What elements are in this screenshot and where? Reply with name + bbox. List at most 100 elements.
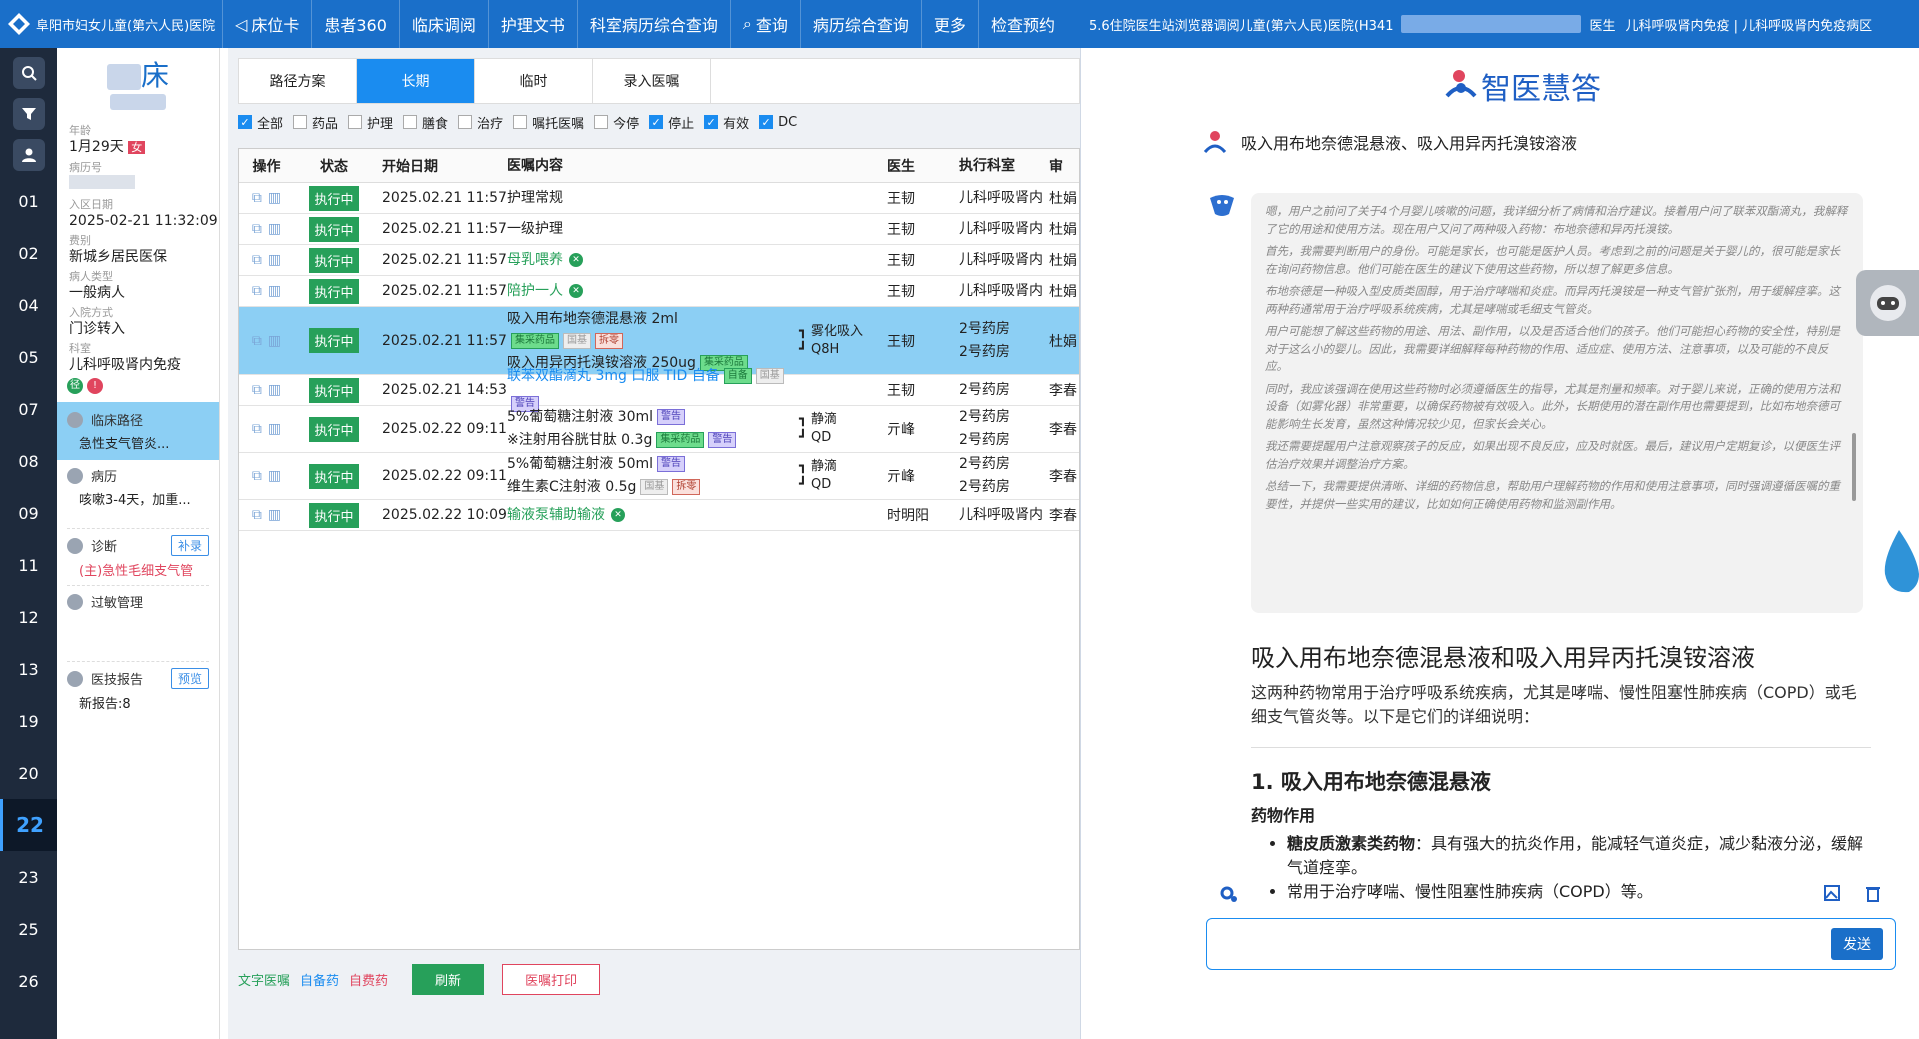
- nav-item-2[interactable]: 临床调阅: [398, 0, 488, 48]
- bed-item[interactable]: 02: [0, 227, 57, 279]
- checkbox-icon[interactable]: [293, 115, 308, 129]
- filter-label: 护理: [367, 116, 394, 132]
- table-row[interactable]: ⧉ ▥ 执行中 2025.02.22 09:11 5%葡萄糖注射液 30ml 警告 ※注射用…: [239, 406, 1079, 453]
- copy-icon[interactable]: ⧉: [252, 507, 262, 523]
- detail-icon[interactable]: ▥: [268, 382, 281, 398]
- bed-item[interactable]: 13: [0, 643, 57, 695]
- checkbox-icon[interactable]: [458, 115, 473, 129]
- nav-item-7[interactable]: 更多: [920, 0, 978, 48]
- checkbox-icon[interactable]: ✓: [649, 115, 664, 129]
- filter-checkbox[interactable]: 今停: [594, 113, 639, 132]
- bed-item[interactable]: 01: [0, 175, 57, 227]
- bed-item[interactable]: 23: [0, 851, 57, 903]
- table-row[interactable]: ⧉ ▥ 执行中 2025.02.21 14:53 联苯双酯滴丸 3mg 口服 TID 自…: [239, 368, 1079, 412]
- bed-item[interactable]: 12: [0, 591, 57, 643]
- bed-item[interactable]: 25: [0, 903, 57, 955]
- filter-checkbox[interactable]: ✓ 停止: [649, 113, 694, 132]
- column-header: 操作: [252, 158, 281, 175]
- copy-icon[interactable]: ⧉: [252, 421, 262, 437]
- filter-checkbox[interactable]: 膳食: [403, 113, 448, 132]
- filter-checkbox[interactable]: ✓ DC: [759, 115, 797, 130]
- float-robot-button[interactable]: [1856, 270, 1919, 336]
- nav-item-5[interactable]: ⌕ 查询: [729, 0, 800, 48]
- report-section[interactable]: 医技报告 预览 新报告:8: [67, 661, 209, 718]
- tab-item[interactable]: 录入医嘱: [593, 59, 711, 103]
- pathway-section[interactable]: 临床路径 急性支气管炎...: [57, 402, 219, 460]
- bed-item[interactable]: 19: [0, 695, 57, 747]
- table-row[interactable]: ⧉ ▥ 执行中 2025.02.22 10:09 输液泵辅助输液 ✕ 时明阳 儿科呼吸肾内 李春: [239, 500, 1079, 531]
- status-cell: 执行中: [294, 278, 374, 304]
- detail-icon[interactable]: ▥: [268, 221, 281, 237]
- filter-icon[interactable]: [12, 98, 45, 130]
- search-icon[interactable]: [12, 57, 45, 89]
- bed-item[interactable]: 08: [0, 435, 57, 487]
- table-row[interactable]: ⧉ ▥ 执行中 2025.02.22 09:11 5%葡萄糖注射液 50ml 警告 维生素C…: [239, 453, 1079, 500]
- copy-icon[interactable]: ⧉: [252, 252, 262, 268]
- tab-item[interactable]: 长期: [357, 59, 475, 103]
- filter-checkbox[interactable]: 治疗: [458, 113, 503, 132]
- checkbox-icon[interactable]: [348, 115, 363, 129]
- copy-icon[interactable]: ⧉: [252, 283, 262, 299]
- detail-icon[interactable]: ▥: [268, 283, 281, 299]
- checkbox-icon[interactable]: ✓: [759, 115, 774, 129]
- hospital-logo[interactable]: 阜阳市妇女儿童(第六人民)医院: [0, 0, 222, 48]
- copy-icon[interactable]: ⧉: [252, 221, 262, 237]
- checkbox-icon[interactable]: ✓: [238, 115, 252, 129]
- detail-icon[interactable]: ▥: [268, 190, 281, 206]
- refresh-button[interactable]: 刷新: [412, 963, 485, 995]
- filter-checkbox[interactable]: 嘱托医嘱: [513, 113, 584, 132]
- filter-checkbox[interactable]: 药品: [293, 113, 338, 132]
- bed-item[interactable]: 22: [0, 799, 57, 851]
- bed-item[interactable]: 11: [0, 539, 57, 591]
- user-role: 医生: [1589, 18, 1616, 34]
- bed-item[interactable]: 07: [0, 383, 57, 435]
- filter-checkbox[interactable]: ✓ 全部: [238, 113, 283, 132]
- checkbox-icon[interactable]: [594, 115, 609, 129]
- detail-icon[interactable]: ▥: [268, 252, 281, 268]
- nav-item-8[interactable]: 检查预约: [977, 0, 1067, 48]
- nav-item-1[interactable]: 患者360: [311, 0, 399, 48]
- water-drop-icon[interactable]: [1879, 528, 1919, 598]
- checkbox-icon[interactable]: ✓: [704, 115, 719, 129]
- bed-item[interactable]: 09: [0, 487, 57, 539]
- scrollbar[interactable]: [1850, 48, 1858, 1039]
- allergy-section[interactable]: 过敏管理: [67, 585, 209, 617]
- filter-checkbox[interactable]: 护理: [348, 113, 393, 132]
- checkbox-icon[interactable]: [513, 115, 528, 129]
- bed-item[interactable]: 05: [0, 331, 57, 383]
- filter-checkbox[interactable]: ✓ 有效: [704, 113, 749, 132]
- copy-icon[interactable]: ⧉: [252, 333, 262, 349]
- bed-item[interactable]: 20: [0, 747, 57, 799]
- bed-item[interactable]: 04: [0, 279, 57, 331]
- copy-icon[interactable]: ⧉: [252, 190, 262, 206]
- diagnosis-section[interactable]: 诊断 补录 (主)急性毛细支气管: [67, 528, 209, 585]
- checkbox-icon[interactable]: [403, 115, 418, 129]
- detail-icon[interactable]: ▥: [268, 507, 281, 523]
- tab-item[interactable]: 路径方案: [239, 59, 357, 103]
- detail-icon[interactable]: ▥: [268, 421, 281, 437]
- nav-item-0[interactable]: ◁ 床位卡: [222, 0, 311, 48]
- print-button[interactable]: 医嘱打印: [502, 963, 601, 995]
- history-section[interactable]: 病历 咳嗽3-4天，加重...: [67, 460, 209, 514]
- chat-input[interactable]: 发送: [1206, 918, 1896, 970]
- image-upload-icon[interactable]: [1823, 884, 1841, 902]
- nav-item-3[interactable]: 护理文书: [487, 0, 577, 48]
- copy-icon[interactable]: ⧉: [252, 382, 262, 398]
- user-icon[interactable]: [12, 139, 45, 171]
- settings-icon[interactable]: [1219, 884, 1239, 904]
- copy-icon[interactable]: ⧉: [252, 468, 262, 484]
- report-preview-button[interactable]: 预览: [170, 668, 209, 689]
- table-row[interactable]: ⧉ ▥ 执行中 2025.02.21 11:57 护理常规 王韧 儿科呼吸肾内 杜娟: [239, 183, 1079, 214]
- window-title: 5.6住院医生站浏览器调阅儿童(第六人民)医院(H341 医生 儿科呼吸肾内免疫…: [1089, 0, 1872, 48]
- tab-item[interactable]: 临时: [475, 59, 593, 103]
- nav-item-4[interactable]: 科室病历综合查询: [576, 0, 730, 48]
- table-row[interactable]: ⧉ ▥ 执行中 2025.02.21 11:57 一级护理 王韧 儿科呼吸肾内 杜娟: [239, 214, 1079, 245]
- detail-icon[interactable]: ▥: [268, 333, 281, 349]
- table-row[interactable]: ⧉ ▥ 执行中 2025.02.21 11:57 母乳喂养 ✕ 王韧 儿科呼吸肾内 杜娟: [239, 245, 1079, 276]
- nav-item-6[interactable]: 病历综合查询: [799, 0, 921, 48]
- detail-icon[interactable]: ▥: [268, 468, 281, 484]
- diag-add-button[interactable]: 补录: [170, 535, 209, 556]
- table-row[interactable]: ⧉ ▥ 执行中 2025.02.21 11:57 陪护一人 ✕ 王韧 儿科呼吸肾内 杜娟: [239, 276, 1079, 307]
- bed-item[interactable]: 26: [0, 955, 57, 1007]
- trash-icon[interactable]: [1864, 884, 1882, 902]
